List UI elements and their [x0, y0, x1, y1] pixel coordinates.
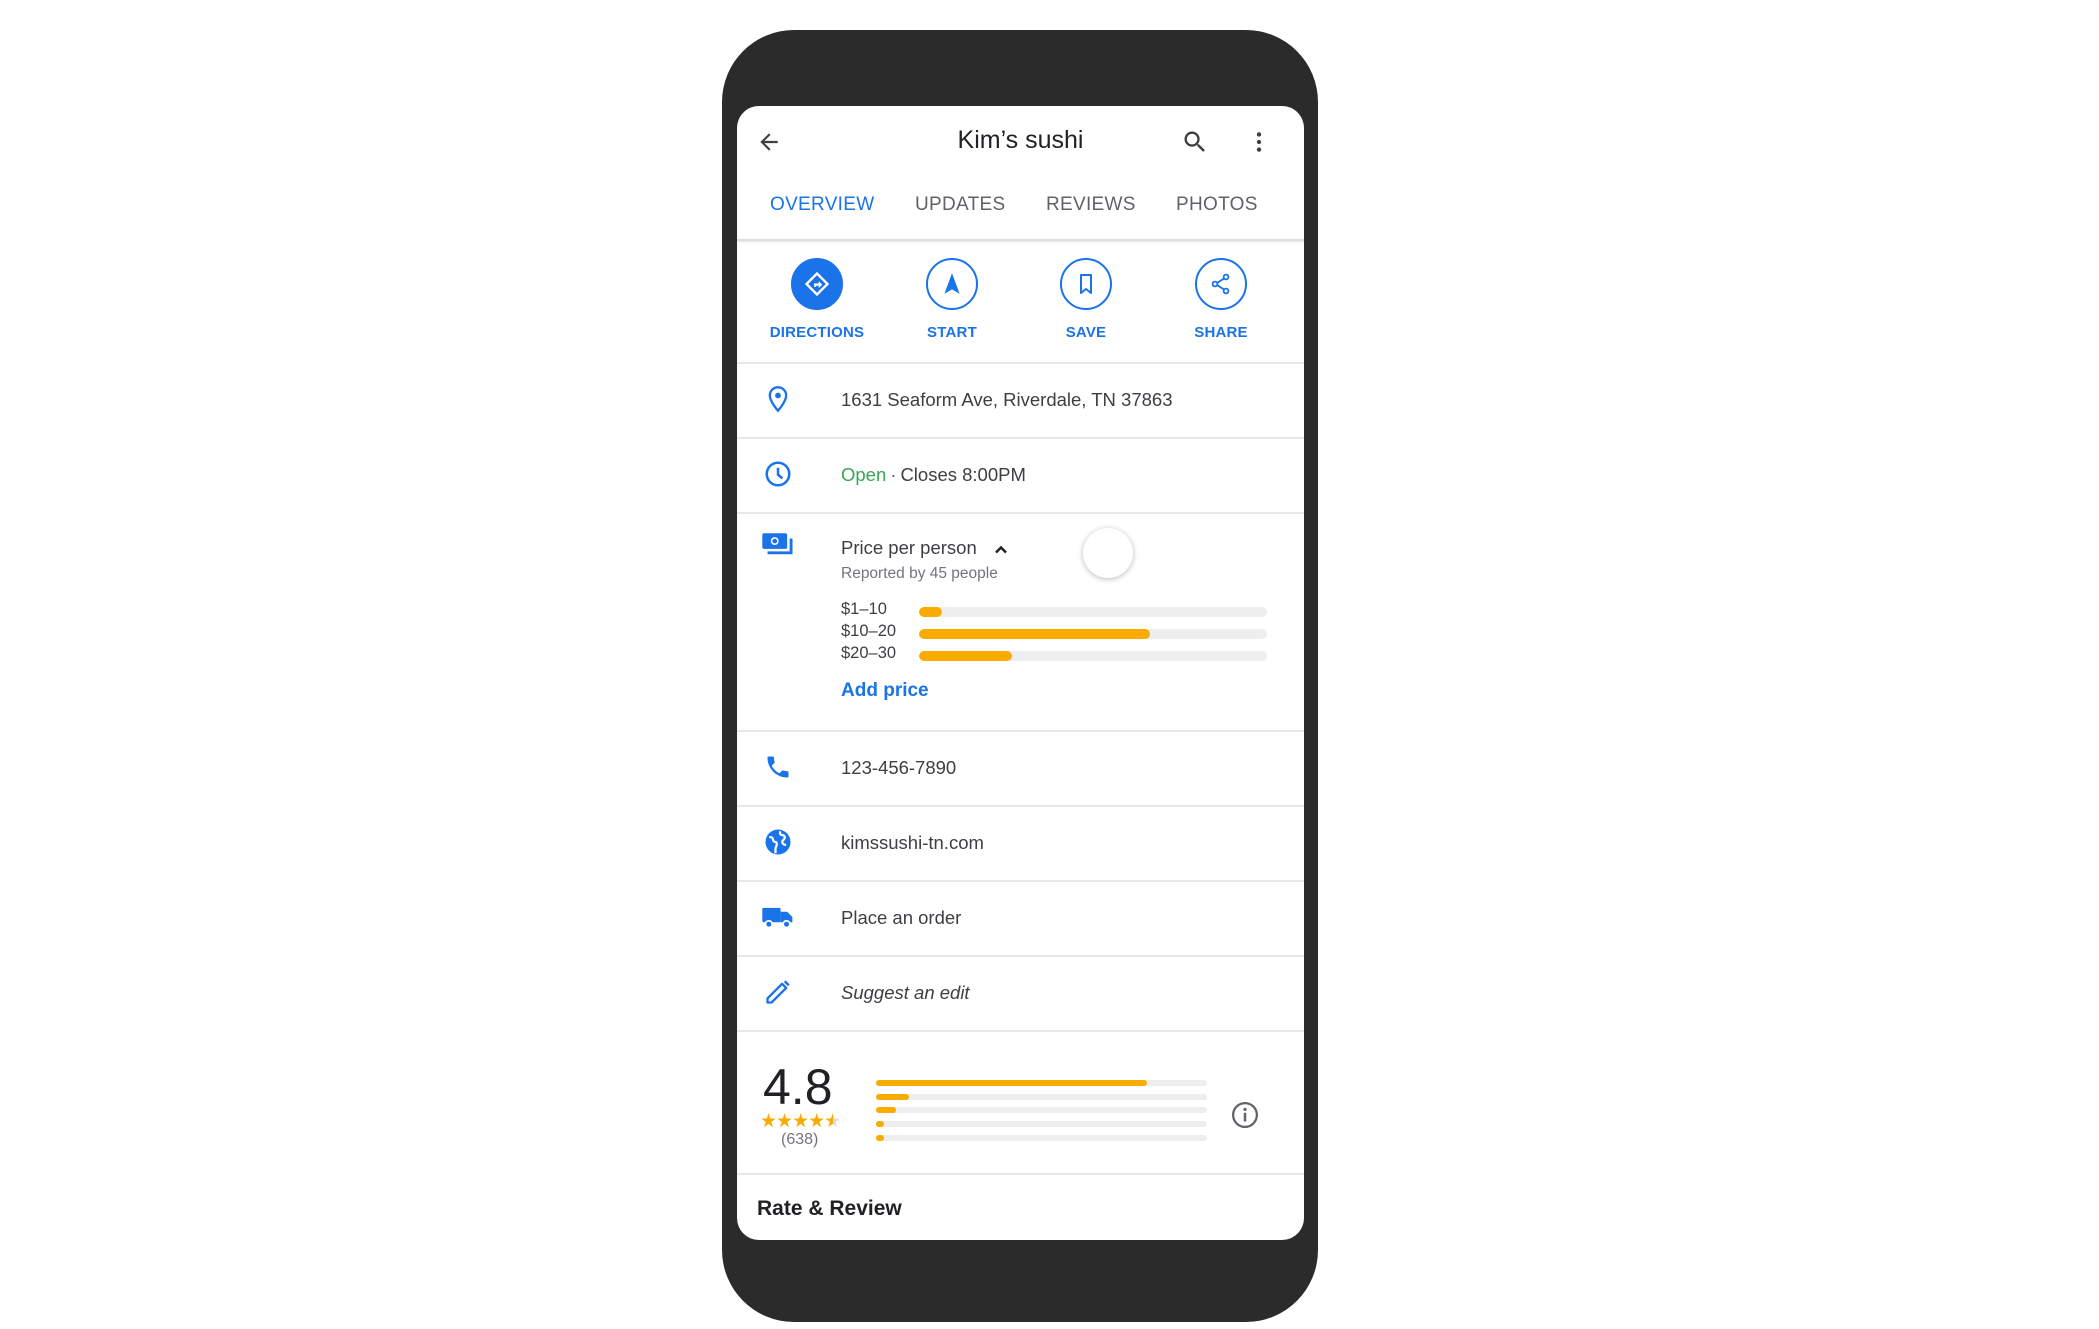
order-icon-wrap — [761, 900, 795, 934]
directions-label: DIRECTIONS — [769, 324, 865, 341]
rating-score: 4.8 — [763, 1059, 833, 1115]
page-title: Kim’s sushi — [957, 126, 1084, 154]
directions-icon — [804, 271, 830, 297]
phone-icon-wrap — [761, 750, 795, 784]
money-icon — [762, 533, 793, 555]
share-circle — [1195, 258, 1247, 310]
half-star: ★ — [824, 1111, 841, 1132]
tab-bar: OVERVIEW UPDATES REVIEWS PHOTOS — [737, 194, 1304, 236]
globe-icon — [765, 829, 791, 855]
phone-icon — [767, 756, 789, 778]
info-icon — [1232, 1102, 1258, 1128]
rate-review-heading: Rate & Review — [757, 1197, 902, 1220]
share-icon — [1211, 273, 1230, 295]
rating-bar-fill-1 — [876, 1135, 885, 1141]
search-icon — [1184, 131, 1205, 152]
suggest-edit-text: Suggest an edit — [841, 982, 970, 1003]
price-range-label: $20–30 — [841, 644, 897, 662]
price-icon-wrap — [761, 530, 795, 564]
price-reported: Reported by 45 people — [841, 565, 998, 582]
phone-row[interactable]: 123-456-7890 — [737, 732, 1304, 806]
start-circle — [926, 258, 978, 310]
review-count: (638) — [781, 1131, 819, 1148]
save-circle — [1060, 258, 1112, 310]
hours-icon-wrap — [761, 457, 795, 491]
rating-bar-track-3 — [876, 1107, 1207, 1113]
tab-divider — [737, 239, 1304, 241]
price-title: Price per person — [841, 537, 977, 558]
full-stars: ★★★★ — [760, 1111, 825, 1132]
price-range-label: $10–20 — [841, 622, 897, 640]
address-text: 1631 Seaform Ave, Riverdale, TN 37863 — [841, 389, 1173, 410]
rating-info-button[interactable] — [1230, 1100, 1260, 1130]
price-bar-track — [919, 651, 1267, 661]
rating-bar-fill-3 — [876, 1107, 896, 1113]
divider — [737, 512, 1304, 514]
add-price-link[interactable]: Add price — [841, 680, 929, 702]
price-bar-track — [919, 607, 1267, 617]
tab-photos[interactable]: PHOTOS — [1176, 194, 1258, 216]
rating-bar-track-4 — [876, 1094, 1207, 1100]
rating-stars: ★★★★★ — [760, 1110, 841, 1133]
price-bar-fill — [919, 607, 942, 617]
chevron-up-icon — [995, 545, 1007, 554]
website-row[interactable]: kimssushi-tn.com — [737, 807, 1304, 881]
rating-bar-track-2 — [876, 1121, 1207, 1127]
rating-bar-track-5 — [876, 1080, 1207, 1086]
touch-indicator — [1083, 528, 1133, 578]
tab-updates[interactable]: UPDATES — [915, 194, 1005, 216]
open-status: Open — [841, 464, 887, 485]
navigation-icon — [944, 273, 960, 294]
order-row[interactable]: Place an order — [737, 882, 1304, 956]
directions-circle — [791, 258, 843, 310]
save-label: SAVE — [1065, 324, 1107, 341]
divider — [737, 1173, 1304, 1175]
edit-icon-wrap — [761, 975, 795, 1009]
divider — [737, 1030, 1304, 1032]
rating-bar-fill-4 — [876, 1094, 910, 1100]
website-icon-wrap — [761, 825, 795, 859]
bookmark-icon — [1080, 274, 1092, 294]
phone-screen: Kim’s sushi OVERVIEW UPDATES REVIEWS PHO… — [737, 106, 1304, 1240]
hours-row[interactable]: Open · Closes 8:00PM — [737, 439, 1304, 513]
share-label: SHARE — [1194, 324, 1248, 341]
website-link: kimssushi-tn.com — [841, 832, 984, 853]
delivery-truck-icon — [762, 907, 793, 929]
location-pin-icon — [768, 386, 788, 413]
hours-text: Open · Closes 8:00PM — [841, 464, 1026, 486]
clock-icon — [765, 461, 791, 487]
rating-bar-fill-5 — [876, 1080, 1148, 1086]
more-options-button[interactable] — [1239, 122, 1279, 162]
save-button[interactable]: SAVE — [1026, 258, 1146, 341]
tab-reviews[interactable]: REVIEWS — [1046, 194, 1136, 216]
price-bar-fill — [919, 651, 1012, 661]
address-icon-wrap — [761, 382, 795, 416]
price-bar-track — [919, 629, 1267, 639]
tab-overview[interactable]: OVERVIEW — [770, 194, 874, 216]
search-button[interactable] — [1175, 122, 1215, 162]
price-bar-fill — [919, 629, 1151, 639]
suggest-edit-row[interactable]: Suggest an edit — [737, 957, 1304, 1031]
hours-separator: · — [890, 464, 897, 485]
share-button[interactable]: SHARE — [1161, 258, 1281, 341]
address-row[interactable]: 1631 Seaform Ave, Riverdale, TN 37863 — [737, 364, 1304, 438]
phone-number: 123-456-7890 — [841, 757, 957, 778]
more-vert-icon — [1256, 132, 1262, 152]
closing-time: Closes 8:00PM — [900, 464, 1026, 485]
pencil-icon — [766, 980, 790, 1004]
price-range-label: $1–10 — [841, 600, 887, 618]
collapse-price-button[interactable] — [991, 540, 1013, 562]
start-button[interactable]: START — [892, 258, 1012, 341]
rating-bar-fill-2 — [876, 1121, 885, 1127]
rating-bar-track-1 — [876, 1135, 1207, 1141]
place-order-text: Place an order — [841, 907, 962, 928]
directions-button[interactable]: DIRECTIONS — [757, 258, 877, 341]
start-label: START — [927, 324, 977, 341]
